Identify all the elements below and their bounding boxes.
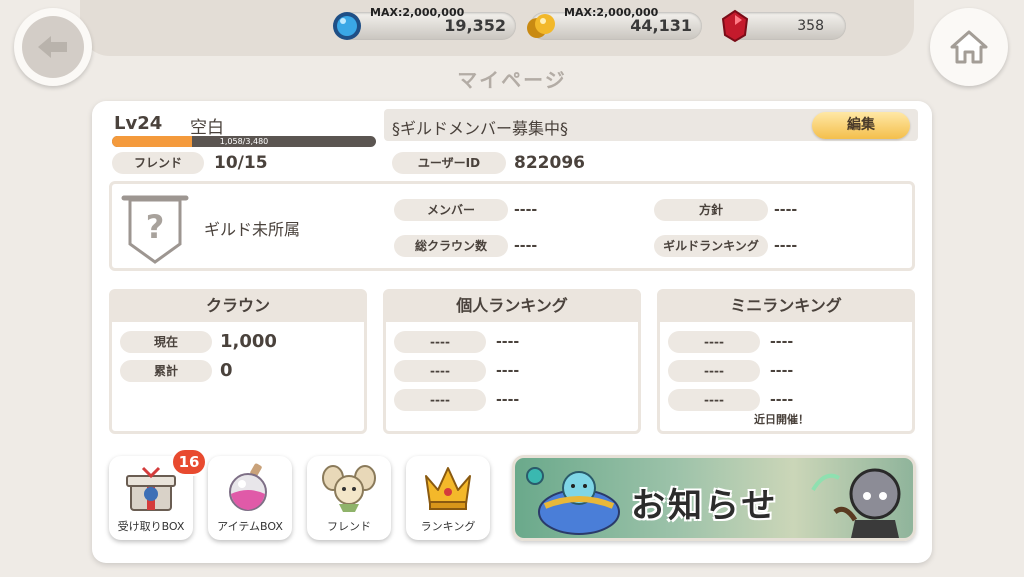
- item-box-label: アイテムBOX: [217, 520, 283, 533]
- gold-coins-icon: [527, 14, 555, 38]
- receive-box-label: 受け取りBOX: [117, 520, 185, 533]
- user-id-value: 822096: [514, 153, 585, 173]
- gold-currency-value: 44,131: [630, 16, 692, 35]
- mini-ranking-note: 近日開催！: [754, 413, 809, 426]
- crown-total-label: 累計: [120, 360, 212, 382]
- friend-button[interactable]: フレンド: [307, 456, 391, 540]
- xp-text: 1,058/3,480: [219, 137, 269, 146]
- slime-character-icon: [526, 467, 620, 535]
- personal-ranking-title: 個人ランキング: [386, 292, 638, 322]
- mini-ranking-title: ミニランキング: [660, 292, 912, 322]
- red-gem-bar: 358: [721, 9, 846, 43]
- mini-ranking-row-value: ----: [770, 334, 794, 350]
- notice-text: お知らせ: [631, 486, 779, 526]
- guild-policy-label: 方針: [654, 199, 768, 221]
- mini-ranking-row-value: ----: [770, 363, 794, 379]
- ranking-button[interactable]: ランキング: [406, 456, 490, 540]
- guild-banner-icon: ?: [121, 195, 189, 264]
- mini-ranking-row-label: ----: [668, 360, 760, 382]
- personal-ranking-row-value: ----: [496, 363, 520, 379]
- red-gem-icon: [721, 9, 749, 43]
- potion-icon: [229, 463, 267, 511]
- mini-ranking-row-label: ----: [668, 389, 760, 411]
- knight-character-icon: [811, 468, 901, 538]
- friend-label: フレンド: [112, 152, 204, 174]
- personal-ranking-row-value: ----: [496, 334, 520, 350]
- guild-status: ギルド未所属: [204, 220, 301, 239]
- personal-ranking-box[interactable]: 個人ランキング ---- ---- ---- ---- ---- ----: [383, 289, 641, 434]
- guild-ranking-value: ----: [774, 238, 798, 254]
- red-gem-value: 358: [797, 18, 824, 34]
- gold-currency-bar: MAX:2,000,000 44,131: [527, 6, 702, 40]
- friend-button-label: フレンド: [327, 520, 371, 533]
- edit-button[interactable]: 編集: [812, 112, 910, 139]
- crown-current-label: 現在: [120, 331, 212, 353]
- guild-crowns-label: 総クラウン数: [394, 235, 508, 257]
- guild-member-label: メンバー: [394, 199, 508, 221]
- blue-orb-icon: [333, 12, 361, 40]
- guild-crowns-value: ----: [514, 238, 538, 254]
- player-name: 空白: [190, 118, 224, 138]
- receive-box-button[interactable]: 16 受け取りBOX: [109, 448, 207, 540]
- crown-current-value: 1,000: [220, 331, 277, 352]
- crown-box: クラウン 現在 1,000 累計 0: [109, 289, 367, 434]
- home-icon: [950, 30, 988, 64]
- profile-message: §ギルドメンバー募集中§: [392, 119, 569, 138]
- player-level: Lv24: [114, 113, 163, 134]
- item-box-button[interactable]: アイテムBOX: [208, 456, 292, 540]
- blue-currency-value: 19,352: [444, 16, 506, 35]
- receive-count-badge: 16: [171, 448, 207, 476]
- personal-ranking-row-label: ----: [394, 331, 486, 353]
- guild-ranking-label: ギルドランキング: [654, 235, 768, 257]
- gift-box-icon: [126, 466, 176, 511]
- friend-character-icon: [322, 465, 376, 512]
- mini-ranking-row-label: ----: [668, 331, 760, 353]
- crown-total-value: 0: [220, 360, 233, 381]
- ranking-button-label: ランキング: [420, 520, 476, 533]
- crown-icon: [425, 467, 471, 510]
- guild-policy-value: ----: [774, 202, 798, 218]
- friend-count: 10/15: [214, 153, 268, 173]
- back-arrow-icon: [38, 36, 67, 58]
- page-title: マイページ: [457, 68, 567, 92]
- mini-ranking-box[interactable]: ミニランキング ---- ---- ---- ---- ---- ---- 近日…: [657, 289, 915, 434]
- svg-text:?: ?: [146, 208, 165, 246]
- crown-title: クラウン: [112, 292, 364, 322]
- user-id-label: ユーザーID: [392, 152, 506, 174]
- notice-banner[interactable]: お知らせ: [512, 455, 916, 541]
- guild-member-value: ----: [514, 202, 538, 218]
- blue-currency-bar: MAX:2,000,000 19,352: [333, 6, 516, 40]
- xp-bar: 1,058/3,480: [112, 136, 376, 147]
- personal-ranking-row-value: ----: [496, 392, 520, 408]
- message-box: §ギルドメンバー募集中§ 編集: [384, 109, 918, 141]
- main-panel: Lv24 空白 1,058/3,480 フレンド 10/15 §ギルドメンバー募…: [92, 101, 932, 563]
- mini-ranking-row-value: ----: [770, 392, 794, 408]
- personal-ranking-row-label: ----: [394, 389, 486, 411]
- personal-ranking-row-label: ----: [394, 360, 486, 382]
- guild-section[interactable]: ? ギルド未所属 メンバー ---- 総クラウン数 ---- 方針 ---- ギ…: [109, 181, 915, 271]
